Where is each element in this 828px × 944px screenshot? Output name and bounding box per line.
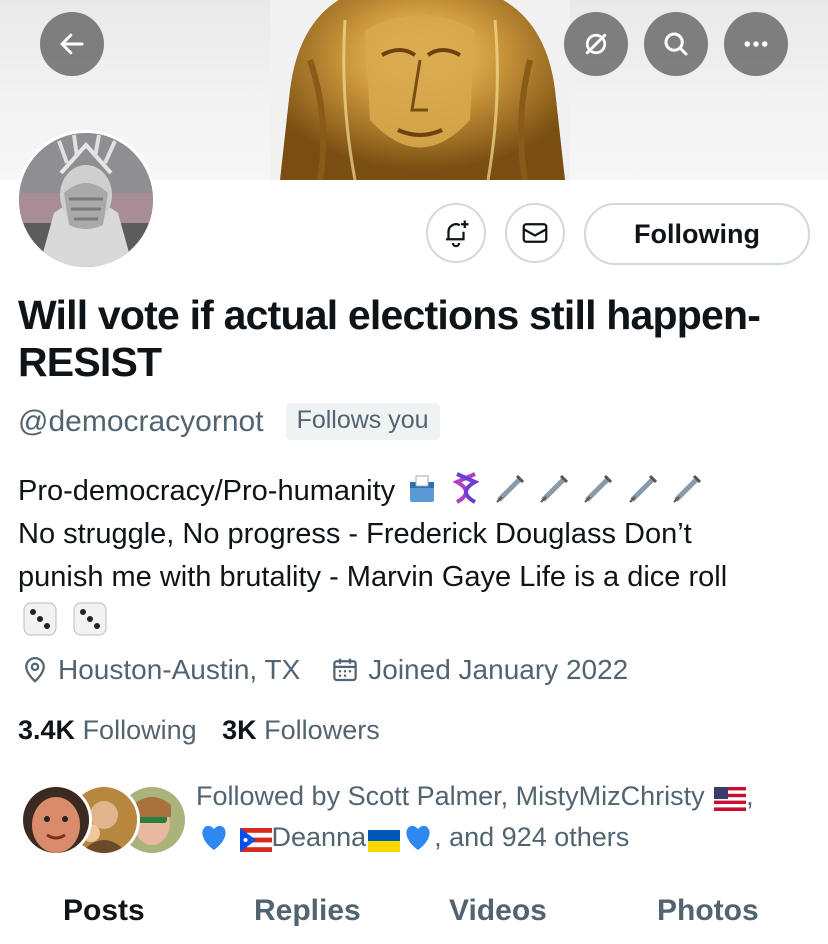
location: Houston-Austin, TX xyxy=(20,654,300,686)
followed-by-avatars[interactable] xyxy=(20,784,188,856)
location-pin-icon xyxy=(25,657,45,683)
dice-icon xyxy=(73,602,107,636)
handle-row: @democracyornot Follows you xyxy=(18,403,440,440)
grok-button[interactable] xyxy=(564,12,628,76)
followed-by-line-1: Followed by Scott Palmer, MistyMizChrist… xyxy=(196,781,754,811)
tab-videos[interactable]: Videos xyxy=(449,894,547,928)
syringe-icon xyxy=(628,474,657,503)
blue-heart-icon xyxy=(406,825,430,850)
following-button[interactable]: Following xyxy=(584,203,810,265)
syringe-icon xyxy=(672,474,701,503)
bio-line-1: Pro-democracy/Pro-humanity xyxy=(18,470,818,513)
followers-link[interactable]: 3K Followers xyxy=(222,715,380,745)
envelope-icon xyxy=(522,223,548,243)
message-button[interactable] xyxy=(505,203,565,263)
followed-by-line-2: Deanna, and 924 others xyxy=(196,817,816,858)
display-name: Will vote if actual elections still happ… xyxy=(18,292,761,385)
puerto-rico-flag-icon xyxy=(239,828,272,852)
avatar-statue-of-liberty-image xyxy=(19,133,153,267)
ukraine-flag-icon xyxy=(368,830,401,852)
follower-avatar xyxy=(20,784,92,856)
search-button[interactable] xyxy=(644,12,708,76)
back-button[interactable] xyxy=(40,12,104,76)
blue-heart-icon xyxy=(202,825,226,850)
profile-tabs: Posts Replies Videos Photos xyxy=(0,888,828,944)
us-flag-icon xyxy=(714,787,747,811)
grok-icon xyxy=(585,33,607,55)
tab-posts[interactable]: Posts xyxy=(63,894,145,928)
dna-icon xyxy=(452,472,480,504)
search-icon xyxy=(664,32,688,56)
bio-line-3: punish me with brutality - Marvin Gaye L… xyxy=(18,561,728,593)
banner-gold-statue-image xyxy=(270,0,570,180)
more-button[interactable] xyxy=(724,12,788,76)
follow-stats: 3.4K Following 3K Followers xyxy=(18,715,380,746)
bio-line-4 xyxy=(18,599,818,646)
dice-icon xyxy=(23,602,57,636)
syringe-icon xyxy=(584,474,613,503)
syringe-icon xyxy=(540,474,569,503)
profile-meta: Houston-Austin, TX Joined January 2022 xyxy=(20,654,628,686)
ballot-box-icon xyxy=(410,475,435,502)
joined-date: Joined January 2022 xyxy=(330,654,628,686)
syringe-icon xyxy=(496,474,525,503)
followed-by-text[interactable]: Followed by Scott Palmer, MistyMizChrist… xyxy=(196,776,816,858)
notify-button[interactable] xyxy=(426,203,486,263)
profile-avatar[interactable] xyxy=(16,130,156,270)
bell-plus-icon xyxy=(446,220,469,248)
follows-you-badge: Follows you xyxy=(285,403,440,440)
bio: Pro-democracy/Pro-humanity No struggle, … xyxy=(18,470,818,646)
tab-photos[interactable]: Photos xyxy=(657,894,759,928)
tab-replies[interactable]: Replies xyxy=(254,894,361,928)
bio-line-2: No struggle, No progress - Frederick Dou… xyxy=(18,518,692,550)
arrow-left-icon xyxy=(60,33,84,55)
more-icon xyxy=(744,41,768,47)
calendar-icon xyxy=(333,658,358,682)
handle: @democracyornot xyxy=(18,404,264,438)
following-link[interactable]: 3.4K Following xyxy=(18,715,197,745)
